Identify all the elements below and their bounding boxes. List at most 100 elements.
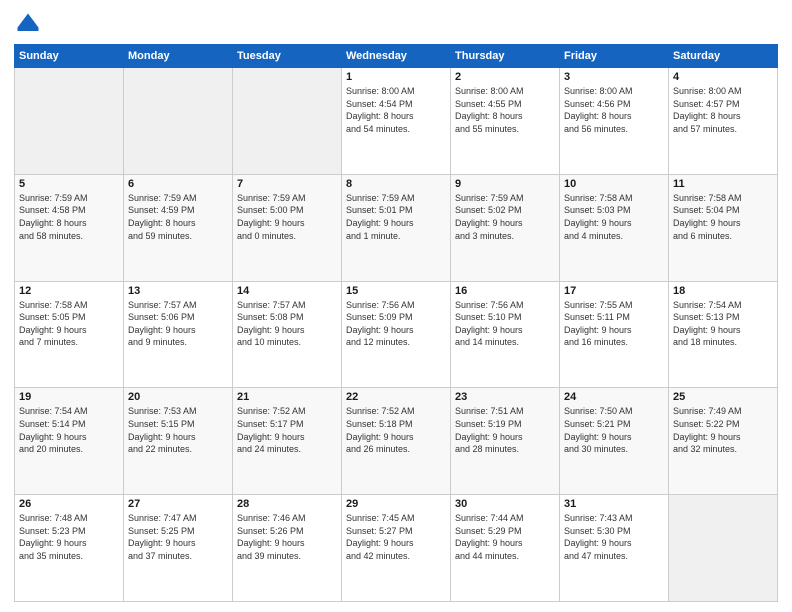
day-cell: 9 Sunrise: 7:59 AM Sunset: 5:02 PM Daylig… (451, 174, 560, 281)
day-cell: 18 Sunrise: 7:54 AM Sunset: 5:13 PM Dayli… (669, 281, 778, 388)
day-info: Sunrise: 7:52 AM Sunset: 5:18 PM Dayligh… (346, 405, 446, 455)
week-row-2: 5 Sunrise: 7:59 AM Sunset: 4:58 PM Daylig… (15, 174, 778, 281)
day-cell: 27Sunrise: 7:47 AM Sunset: 5:25 PM Dayli… (124, 495, 233, 602)
day-number: 10 (564, 178, 664, 190)
logo (14, 10, 46, 38)
day-cell: 25 Sunrise: 7:49 AM Sunset: 5:22 PM Dayli… (669, 388, 778, 495)
day-number: 11 (673, 178, 773, 190)
day-info: Sunrise: 7:45 AM Sunset: 5:27 PM Dayligh… (346, 512, 446, 562)
day-info: Sunrise: 7:50 AM Sunset: 5:21 PM Dayligh… (564, 405, 664, 455)
day-cell: 24Sunrise: 7:50 AM Sunset: 5:21 PM Dayli… (560, 388, 669, 495)
day-cell: 20Sunrise: 7:53 AM Sunset: 5:15 PM Dayli… (124, 388, 233, 495)
day-cell: 29 Sunrise: 7:45 AM Sunset: 5:27 PM Dayli… (342, 495, 451, 602)
logo-icon (14, 10, 42, 38)
weekday-header-thursday: Thursday (451, 45, 560, 68)
page: SundayMondayTuesdayWednesdayThursdayFrid… (0, 0, 792, 612)
day-info: Sunrise: 7:55 AM Sunset: 5:11 PM Dayligh… (564, 299, 664, 349)
day-number: 16 (455, 285, 555, 297)
day-cell: 2Sunrise: 8:00 AM Sunset: 4:55 PM Daylig… (451, 68, 560, 175)
week-row-3: 12Sunrise: 7:58 AM Sunset: 5:05 PM Dayli… (15, 281, 778, 388)
day-cell: 28 Sunrise: 7:46 AM Sunset: 5:26 PM Dayli… (233, 495, 342, 602)
day-cell: 31Sunrise: 7:43 AM Sunset: 5:30 PM Dayli… (560, 495, 669, 602)
weekday-header-sunday: Sunday (15, 45, 124, 68)
day-info: Sunrise: 7:59 AM Sunset: 5:02 PM Dayligh… (455, 192, 555, 242)
day-cell: 5 Sunrise: 7:59 AM Sunset: 4:58 PM Daylig… (15, 174, 124, 281)
weekday-header-saturday: Saturday (669, 45, 778, 68)
day-info: Sunrise: 7:54 AM Sunset: 5:14 PM Dayligh… (19, 405, 119, 455)
day-info: Sunrise: 8:00 AM Sunset: 4:56 PM Dayligh… (564, 85, 664, 135)
header (14, 10, 778, 38)
day-info: Sunrise: 7:57 AM Sunset: 5:06 PM Dayligh… (128, 299, 228, 349)
day-info: Sunrise: 8:00 AM Sunset: 4:57 PM Dayligh… (673, 85, 773, 135)
day-number: 29 (346, 498, 446, 510)
day-cell: 23 Sunrise: 7:51 AM Sunset: 5:19 PM Dayli… (451, 388, 560, 495)
weekday-header-row: SundayMondayTuesdayWednesdayThursdayFrid… (15, 45, 778, 68)
day-info: Sunrise: 7:58 AM Sunset: 5:03 PM Dayligh… (564, 192, 664, 242)
day-cell: 4Sunrise: 8:00 AM Sunset: 4:57 PM Daylig… (669, 68, 778, 175)
day-number: 27 (128, 498, 228, 510)
day-info: Sunrise: 7:51 AM Sunset: 5:19 PM Dayligh… (455, 405, 555, 455)
day-info: Sunrise: 7:54 AM Sunset: 5:13 PM Dayligh… (673, 299, 773, 349)
day-cell: 16 Sunrise: 7:56 AM Sunset: 5:10 PM Dayli… (451, 281, 560, 388)
day-info: Sunrise: 7:59 AM Sunset: 4:58 PM Dayligh… (19, 192, 119, 242)
day-info: Sunrise: 7:56 AM Sunset: 5:09 PM Dayligh… (346, 299, 446, 349)
week-row-4: 19 Sunrise: 7:54 AM Sunset: 5:14 PM Dayli… (15, 388, 778, 495)
day-number: 8 (346, 178, 446, 190)
day-cell (669, 495, 778, 602)
day-number: 25 (673, 391, 773, 403)
day-info: Sunrise: 7:49 AM Sunset: 5:22 PM Dayligh… (673, 405, 773, 455)
day-info: Sunrise: 7:52 AM Sunset: 5:17 PM Dayligh… (237, 405, 337, 455)
day-number: 23 (455, 391, 555, 403)
weekday-header-tuesday: Tuesday (233, 45, 342, 68)
day-number: 26 (19, 498, 119, 510)
day-cell: 15 Sunrise: 7:56 AM Sunset: 5:09 PM Dayli… (342, 281, 451, 388)
day-cell (233, 68, 342, 175)
day-number: 19 (19, 391, 119, 403)
day-cell: 19 Sunrise: 7:54 AM Sunset: 5:14 PM Dayli… (15, 388, 124, 495)
day-cell: 11Sunrise: 7:58 AM Sunset: 5:04 PM Dayli… (669, 174, 778, 281)
day-info: Sunrise: 7:58 AM Sunset: 5:05 PM Dayligh… (19, 299, 119, 349)
day-info: Sunrise: 7:48 AM Sunset: 5:23 PM Dayligh… (19, 512, 119, 562)
week-row-1: 1 Sunrise: 8:00 AM Sunset: 4:54 PM Daylig… (15, 68, 778, 175)
day-info: Sunrise: 7:56 AM Sunset: 5:10 PM Dayligh… (455, 299, 555, 349)
day-number: 28 (237, 498, 337, 510)
day-cell: 26 Sunrise: 7:48 AM Sunset: 5:23 PM Dayli… (15, 495, 124, 602)
day-info: Sunrise: 7:53 AM Sunset: 5:15 PM Dayligh… (128, 405, 228, 455)
day-cell: 14Sunrise: 7:57 AM Sunset: 5:08 PM Dayli… (233, 281, 342, 388)
day-cell (124, 68, 233, 175)
day-number: 3 (564, 71, 664, 83)
day-cell: 21 Sunrise: 7:52 AM Sunset: 5:17 PM Dayli… (233, 388, 342, 495)
day-info: Sunrise: 8:00 AM Sunset: 4:54 PM Dayligh… (346, 85, 446, 135)
day-number: 30 (455, 498, 555, 510)
day-cell: 22 Sunrise: 7:52 AM Sunset: 5:18 PM Dayli… (342, 388, 451, 495)
weekday-header-wednesday: Wednesday (342, 45, 451, 68)
day-number: 1 (346, 71, 446, 83)
day-cell: 10 Sunrise: 7:58 AM Sunset: 5:03 PM Dayli… (560, 174, 669, 281)
day-cell: 3 Sunrise: 8:00 AM Sunset: 4:56 PM Daylig… (560, 68, 669, 175)
day-cell: 7Sunrise: 7:59 AM Sunset: 5:00 PM Daylig… (233, 174, 342, 281)
day-info: Sunrise: 7:57 AM Sunset: 5:08 PM Dayligh… (237, 299, 337, 349)
day-number: 31 (564, 498, 664, 510)
day-info: Sunrise: 7:59 AM Sunset: 5:00 PM Dayligh… (237, 192, 337, 242)
day-info: Sunrise: 7:59 AM Sunset: 4:59 PM Dayligh… (128, 192, 228, 242)
day-cell: 8Sunrise: 7:59 AM Sunset: 5:01 PM Daylig… (342, 174, 451, 281)
day-number: 22 (346, 391, 446, 403)
day-info: Sunrise: 7:44 AM Sunset: 5:29 PM Dayligh… (455, 512, 555, 562)
day-number: 15 (346, 285, 446, 297)
week-row-5: 26 Sunrise: 7:48 AM Sunset: 5:23 PM Dayli… (15, 495, 778, 602)
day-number: 9 (455, 178, 555, 190)
day-cell: 6Sunrise: 7:59 AM Sunset: 4:59 PM Daylig… (124, 174, 233, 281)
day-number: 17 (564, 285, 664, 297)
day-cell: 1 Sunrise: 8:00 AM Sunset: 4:54 PM Daylig… (342, 68, 451, 175)
day-info: Sunrise: 7:46 AM Sunset: 5:26 PM Dayligh… (237, 512, 337, 562)
day-cell: 30 Sunrise: 7:44 AM Sunset: 5:29 PM Dayli… (451, 495, 560, 602)
calendar-body: 1 Sunrise: 8:00 AM Sunset: 4:54 PM Daylig… (15, 68, 778, 602)
day-cell: 12Sunrise: 7:58 AM Sunset: 5:05 PM Dayli… (15, 281, 124, 388)
weekday-header-friday: Friday (560, 45, 669, 68)
day-number: 21 (237, 391, 337, 403)
calendar: SundayMondayTuesdayWednesdayThursdayFrid… (14, 44, 778, 602)
day-cell (15, 68, 124, 175)
day-number: 18 (673, 285, 773, 297)
day-number: 5 (19, 178, 119, 190)
day-number: 13 (128, 285, 228, 297)
